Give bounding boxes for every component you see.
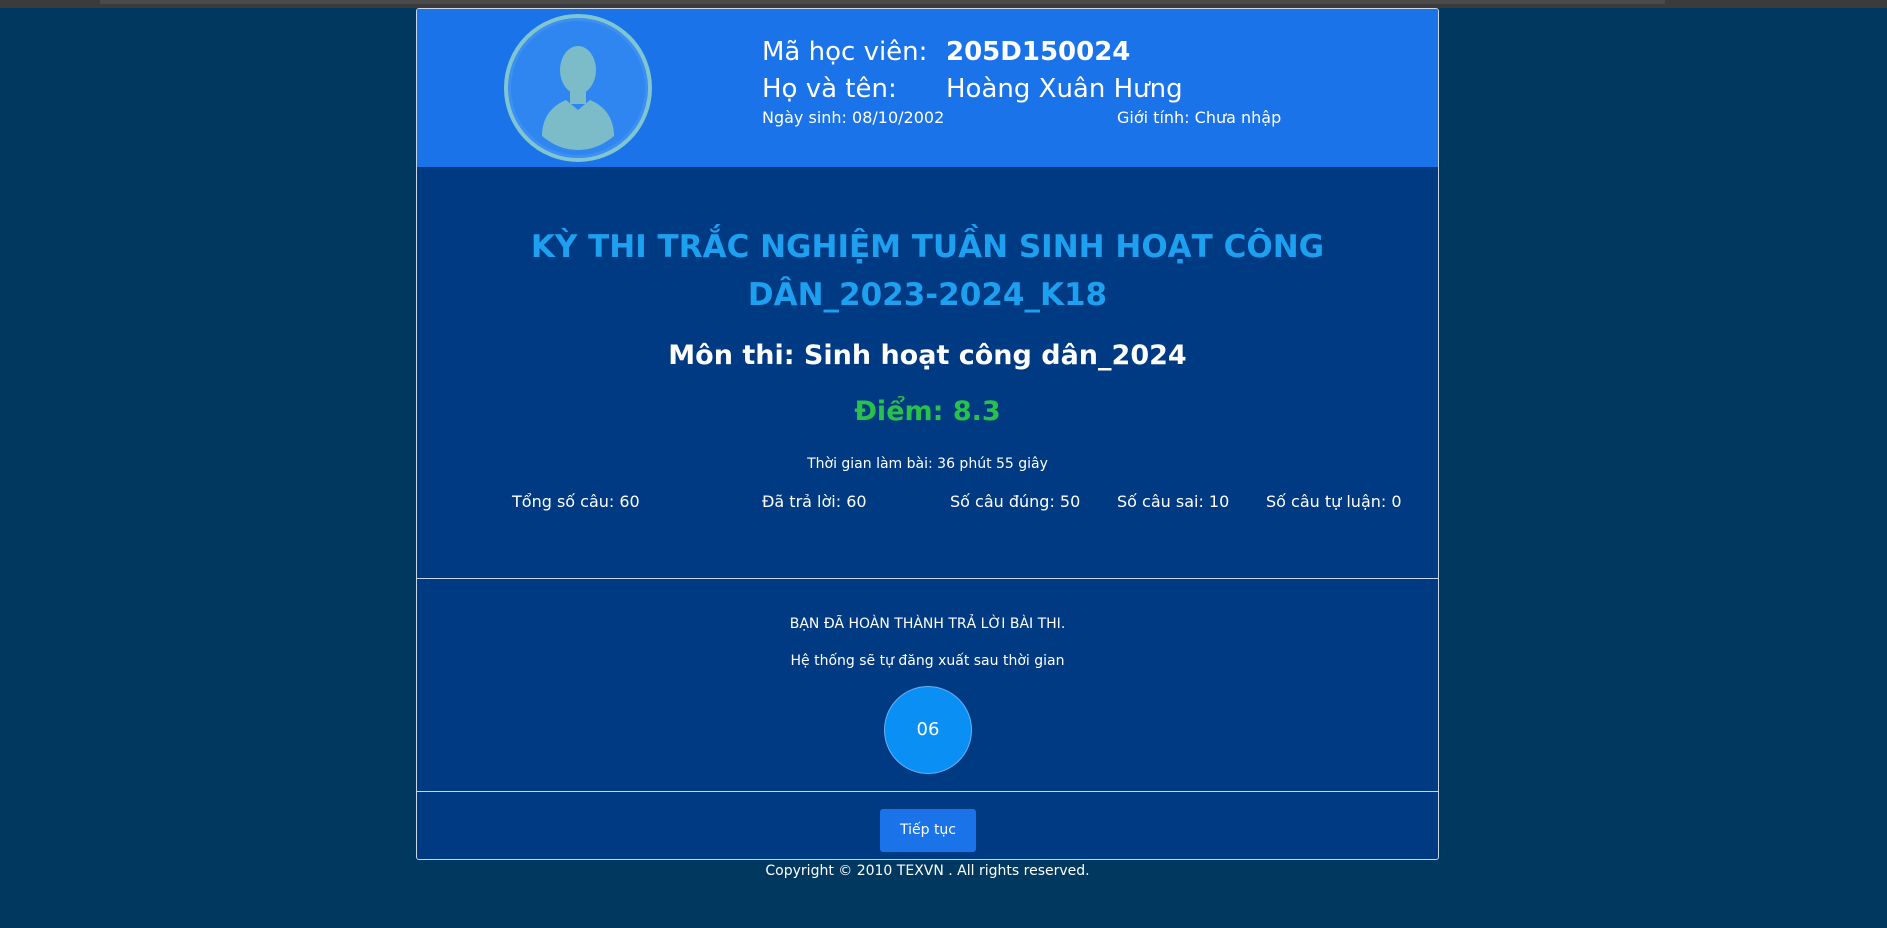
student-id-value: 205D150024 bbox=[946, 37, 1131, 67]
stat-correct: Số câu đúng: 50 bbox=[950, 492, 1081, 511]
result-card: Mã học viên: 205D150024 Họ và tên: Hoàng… bbox=[416, 8, 1439, 860]
exam-duration: Thời gian làm bài: 36 phút 55 giây bbox=[807, 456, 1048, 472]
exam-title-line1: KỲ THI TRẮC NGHIỆM TUẦN SINH HOẠT CÔNG bbox=[530, 229, 1325, 265]
stat-total-questions: Tổng số câu: 60 bbox=[512, 492, 640, 511]
completion-message: BẠN ĐÃ HOÀN THÀNH TRẢ LỜI BÀI THI. bbox=[789, 616, 1066, 632]
stat-wrong: Số câu sai: 10 bbox=[1117, 492, 1230, 511]
student-dob: Ngày sinh: 08/10/2002 bbox=[762, 108, 945, 127]
user-silhouette-icon bbox=[542, 46, 614, 150]
continue-button[interactable]: Tiếp tục bbox=[880, 809, 976, 852]
avatar bbox=[504, 14, 652, 162]
stat-essay: Số câu tự luận: 0 bbox=[1266, 492, 1402, 511]
student-header: Mã học viên: 205D150024 Họ và tên: Hoàng… bbox=[417, 9, 1438, 167]
student-id-label: Mã học viên: bbox=[762, 37, 928, 67]
exam-subject: Môn thi: Sinh hoạt công dân_2024 bbox=[668, 340, 1187, 371]
logout-countdown: 06 bbox=[884, 686, 972, 774]
exam-title-line2: DÂN_2023-2024_K18 bbox=[747, 277, 1108, 313]
divider-actions bbox=[417, 791, 1438, 792]
browser-top-strip bbox=[0, 0, 1887, 8]
auto-logout-message: Hệ thống sẽ tự đăng xuất sau thời gian bbox=[790, 653, 1065, 669]
browser-top-strip-inner bbox=[100, 0, 1665, 4]
student-name-label: Họ và tên: bbox=[762, 74, 897, 104]
copyright-footer: Copyright © 2010 TEXVN . All rights rese… bbox=[765, 863, 1090, 879]
divider-exam bbox=[417, 578, 1438, 579]
student-gender: Giới tính: Chưa nhập bbox=[1117, 108, 1282, 127]
exam-summary: KỲ THI TRẮC NGHIỆM TUẦN SINH HOẠT CÔNG D… bbox=[417, 167, 1438, 576]
exam-score: Điểm: 8.3 bbox=[854, 396, 1001, 427]
student-name-value: Hoàng Xuân Hưng bbox=[946, 74, 1183, 104]
stat-answered: Đã trả lời: 60 bbox=[762, 492, 867, 511]
exam-title: KỲ THI TRẮC NGHIỆM TUẦN SINH HOẠT CÔNG D… bbox=[417, 223, 1438, 319]
